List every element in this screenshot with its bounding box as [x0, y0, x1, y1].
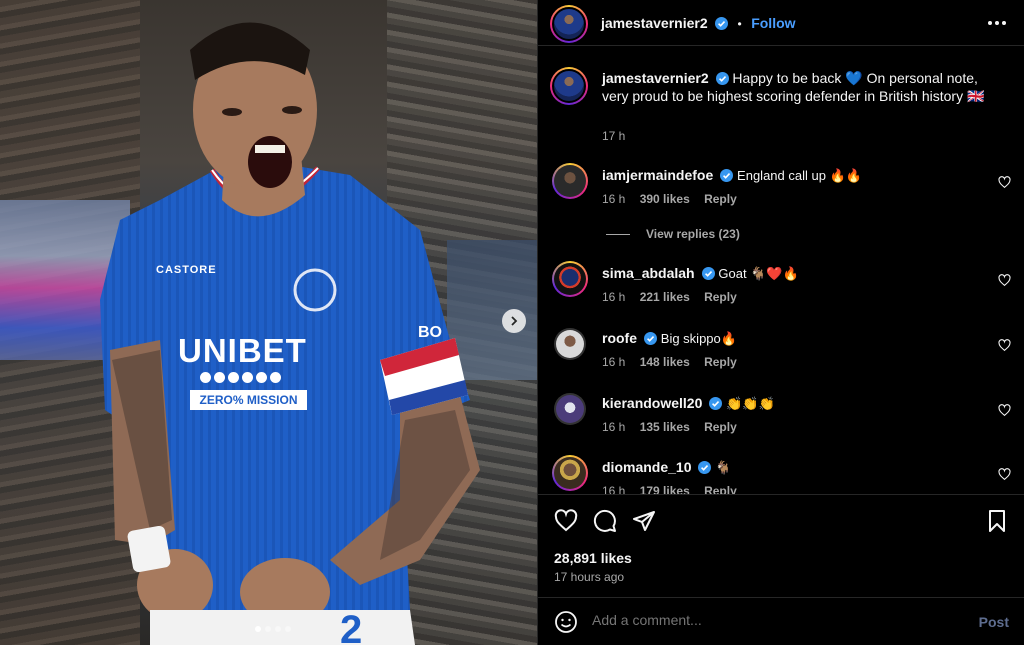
caption-time: 17 h — [602, 129, 626, 143]
comment-text: 🐐 — [715, 460, 732, 475]
author-avatar[interactable] — [550, 5, 588, 43]
comment-text: England call up 🔥🔥 — [737, 168, 862, 183]
comment-likes[interactable]: 390 likes — [640, 192, 690, 206]
heart-icon[interactable] — [998, 176, 1011, 189]
carousel-next-button[interactable] — [502, 309, 526, 333]
comment-meta: 16 h 390 likes Reply — [602, 192, 748, 206]
post-comment-button[interactable]: Post — [979, 614, 1009, 630]
comment-username[interactable]: sima_abdalah — [602, 265, 695, 281]
comment-item: sima_abdalah Goat 🐐❤️🔥 16 h 221 likes Re… — [538, 261, 1024, 304]
view-replies-button[interactable]: View replies (23) — [606, 227, 740, 241]
heart-icon[interactable] — [998, 339, 1011, 352]
comment-time: 16 h — [602, 484, 626, 494]
comment-input[interactable] — [592, 612, 952, 628]
caption-username[interactable]: jamestavernier2 — [602, 70, 709, 86]
caption: jamestavernier2 Happy to be back 💙 On pe… — [602, 69, 992, 105]
more-dots-icon[interactable] — [985, 13, 1009, 33]
reply-button[interactable]: Reply — [704, 355, 737, 369]
comment-username[interactable]: iamjermaindefoe — [602, 167, 713, 183]
commenter-avatar[interactable] — [552, 163, 588, 199]
comment-text: Goat 🐐❤️🔥 — [718, 266, 799, 281]
carousel-dot-2 — [265, 626, 271, 632]
reply-button[interactable]: Reply — [704, 192, 737, 206]
emoji-icon[interactable] — [554, 610, 578, 634]
heart-icon[interactable] — [998, 274, 1011, 287]
carousel-dot-1 — [255, 626, 261, 632]
comment-body: kierandowell20 👏👏👏 — [602, 394, 775, 413]
heart-icon[interactable] — [998, 468, 1011, 481]
share-icon[interactable] — [632, 509, 656, 533]
heart-icon[interactable] — [998, 404, 1011, 417]
shirt-sub-sponsor: ZERO% MISSION — [190, 390, 307, 410]
comment-username[interactable]: diomande_10 — [602, 459, 691, 475]
comment-body: diomande_10 🐐 — [602, 458, 731, 477]
commenter-avatar[interactable] — [554, 328, 586, 360]
carousel-dot-3 — [275, 626, 281, 632]
comment-username[interactable]: kierandowell20 — [602, 395, 702, 411]
armband-text: BO — [418, 324, 442, 341]
post-actions: 28,891 likes 17 hours ago — [538, 494, 1024, 594]
shirt-sponsor: UNIBET — [178, 332, 307, 369]
comment-time: 16 h — [602, 420, 626, 434]
comment-item: roofe Big skippo🔥 16 h 148 likes Reply — [538, 328, 1024, 369]
header-separator: • — [737, 17, 742, 31]
chevron-right-icon — [511, 316, 518, 326]
carousel-indicator — [255, 626, 291, 632]
commenter-avatar[interactable] — [554, 393, 586, 425]
comment-time: 16 h — [602, 290, 626, 304]
reply-button[interactable]: Reply — [704, 420, 737, 434]
shirt-number: 2 — [340, 608, 363, 645]
reply-button[interactable]: Reply — [704, 290, 737, 304]
player-photo — [100, 22, 480, 645]
post-media[interactable]: CASTORE UNIBET ZERO% MISSION BO 2 — [0, 0, 537, 645]
comment-body: sima_abdalah Goat 🐐❤️🔥 — [602, 264, 799, 283]
comment-meta: 16 h 221 likes Reply — [602, 290, 748, 304]
heart-icon[interactable] — [554, 509, 578, 533]
view-replies-label: View replies (23) — [646, 227, 740, 241]
shirt-brand: CASTORE — [156, 264, 217, 276]
post-header: jamestavernier2 • Follow — [538, 0, 1024, 46]
comment-username[interactable]: roofe — [602, 330, 637, 346]
comment-likes[interactable]: 135 likes — [640, 420, 690, 434]
comment-likes[interactable]: 221 likes — [640, 290, 690, 304]
comment-icon[interactable] — [593, 509, 617, 533]
verified-badge-icon — [720, 169, 734, 182]
verified-badge-icon — [701, 267, 715, 280]
comments-list[interactable]: jamestavernier2 Happy to be back 💙 On pe… — [538, 47, 1024, 494]
comment-meta: 16 h 148 likes Reply — [602, 355, 748, 369]
comment-text: Big skippo🔥 — [660, 331, 737, 346]
caption-avatar[interactable] — [550, 67, 588, 105]
add-comment-bar: Post — [538, 597, 1024, 645]
comment-meta: 16 h 135 likes Reply — [602, 420, 748, 434]
comment-text: 👏👏👏 — [726, 396, 775, 411]
shirt-dots — [200, 372, 281, 383]
comment-item: kierandowell20 👏👏👏 16 h 135 likes Reply — [538, 393, 1024, 434]
post-timestamp: 17 hours ago — [554, 570, 625, 584]
comment-time: 16 h — [602, 355, 626, 369]
comment-meta: 16 h 179 likes Reply — [602, 484, 748, 494]
verified-badge-icon — [709, 397, 723, 410]
likes-count[interactable]: 28,891 likes — [554, 550, 632, 566]
carousel-dot-4 — [285, 626, 291, 632]
comment-likes[interactable]: 148 likes — [640, 355, 690, 369]
follow-button[interactable]: Follow — [751, 15, 795, 31]
comment-time: 16 h — [602, 192, 626, 206]
comment-body: iamjermaindefoe England call up 🔥🔥 — [602, 166, 862, 185]
comment-item: diomande_10 🐐 16 h 179 likes Reply — [538, 455, 1024, 494]
author-line: jamestavernier2 • Follow — [601, 15, 796, 33]
commenter-avatar[interactable] — [552, 261, 588, 297]
post-side-panel: jamestavernier2 • Follow jamestavernier2… — [537, 0, 1024, 645]
verified-badge-icon — [715, 72, 729, 85]
commenter-avatar[interactable] — [552, 455, 588, 491]
reply-button[interactable]: Reply — [704, 484, 737, 494]
verified-badge-icon — [698, 461, 712, 474]
comment-likes[interactable]: 179 likes — [640, 484, 690, 494]
author-username[interactable]: jamestavernier2 — [601, 15, 708, 31]
verified-badge-icon — [715, 17, 729, 30]
comment-body: roofe Big skippo🔥 — [602, 329, 737, 348]
bookmark-icon[interactable] — [985, 509, 1009, 533]
comment-item: iamjermaindefoe England call up 🔥🔥 16 h … — [538, 163, 1024, 206]
verified-badge-icon — [643, 332, 657, 345]
